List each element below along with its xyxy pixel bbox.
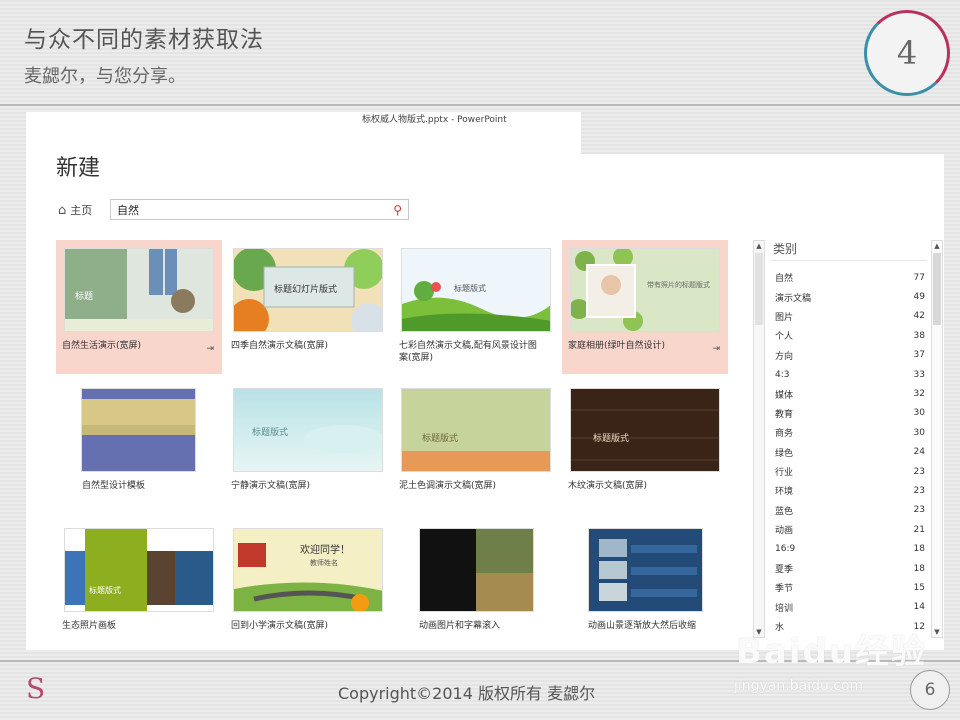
template-card-animated-mountain[interactable]: 动画山景逐渐放大然后收缩	[562, 520, 728, 654]
page-number: 6	[910, 670, 950, 710]
template-thumbnail	[81, 388, 196, 472]
template-card-nature-life[interactable]: 标题 自然生活演示(宽屏) ⇥	[56, 240, 222, 374]
template-label: 自然生活演示(宽屏)	[62, 341, 142, 351]
template-search-box[interactable]: ⚲	[110, 199, 409, 220]
category-scrollbar[interactable]: ▲ ▼	[931, 240, 943, 638]
template-label: 回到小学演示文稿(宽屏)	[231, 621, 329, 631]
slide-title: 与众不同的素材获取法	[24, 27, 264, 53]
scroll-down-icon[interactable]: ▼	[932, 627, 942, 637]
template-thumbnail: 标题幻灯片版式	[233, 248, 383, 332]
template-card-back-to-school[interactable]: 欢迎同学！ 教师姓名 回到小学演示文稿(宽屏)	[225, 520, 391, 654]
thumb-text: 标题幻灯片版式	[274, 283, 337, 295]
template-search-input[interactable]	[117, 203, 394, 216]
template-thumbnail: 欢迎同学！ 教师姓名	[233, 528, 383, 612]
category-item[interactable]: 方向 37	[775, 346, 925, 365]
category-item[interactable]: 图片 42	[775, 307, 925, 326]
footer-logo: S	[26, 672, 46, 705]
template-card-earth-tones[interactable]: 标题版式 泥土色调演示文稿(宽屏)	[393, 380, 559, 514]
template-card-animated-pictures[interactable]: 动画图片和字幕滚入	[393, 520, 559, 654]
thumb-text: 标题版式	[593, 432, 629, 444]
template-card-family-album[interactable]: 带有照片的标题版式 家庭相册(绿叶自然设计) ⇥	[562, 240, 728, 374]
template-thumbnail: 标题版式	[570, 388, 720, 472]
category-panel: ▲ ▼ 类别 自然 77 演示文稿 49 图片 42 个人 38 方向 37 4:3 33 …	[753, 240, 943, 638]
search-icon[interactable]: ⚲	[393, 203, 402, 217]
category-item[interactable]: 培训 14	[775, 598, 925, 617]
thumb-text: 标题	[75, 290, 93, 302]
category-item[interactable]: 环境 23	[775, 481, 925, 500]
category-item[interactable]: 自然 77	[775, 268, 925, 287]
thumb-text: 标题版式	[454, 283, 486, 293]
category-item[interactable]: 16:9 18	[775, 539, 925, 558]
baidu-watermark: Baidu经验	[736, 632, 928, 672]
scrollbar-thumb[interactable]	[933, 253, 941, 325]
home-label: 主页	[70, 204, 93, 217]
header-divider	[0, 104, 960, 106]
category-item[interactable]: 动画 21	[775, 520, 925, 539]
template-card-four-seasons[interactable]: 标题幻灯片版式 四季自然演示文稿(宽屏)	[225, 240, 391, 374]
template-label: 自然型设计模板	[82, 481, 146, 491]
scrollbar-thumb[interactable]	[755, 253, 763, 325]
template-card-eco-photo-board[interactable]: 标题版式 生态照片画板	[56, 520, 222, 654]
template-thumbnail: 标题版式	[64, 528, 214, 612]
template-label: 泥土色调演示文稿(宽屏)	[399, 481, 497, 491]
category-item[interactable]: 个人 38	[775, 326, 925, 345]
category-item[interactable]: 蓝色 23	[775, 501, 925, 520]
template-thumbnail: 带有照片的标题版式	[570, 248, 720, 332]
thumb-subtext: 教师姓名	[310, 558, 338, 567]
category-item[interactable]: 商务 30	[775, 423, 925, 442]
template-card-serene[interactable]: 标题版式 宁静演示文稿(宽屏)	[225, 380, 391, 514]
template-label: 家庭相册(绿叶自然设计)	[568, 341, 666, 351]
template-card-wood-grain[interactable]: 标题版式 木纹演示文稿(宽屏)	[562, 380, 728, 514]
thumb-text: 标题版式	[89, 585, 121, 595]
template-label: 宁静演示文稿(宽屏)	[231, 481, 311, 491]
scroll-up-icon[interactable]: ▲	[932, 241, 942, 251]
category-item[interactable]: 绿色 24	[775, 443, 925, 462]
thumb-text: 欢迎同学！	[300, 543, 350, 556]
category-item[interactable]: 演示文稿 49	[775, 287, 925, 306]
template-thumbnail: 标题版式	[401, 388, 551, 472]
category-item[interactable]: 4:3 33	[775, 365, 925, 384]
category-item[interactable]: 行业 23	[775, 462, 925, 481]
home-icon: ⌂	[58, 202, 67, 218]
scroll-up-icon[interactable]: ▲	[754, 241, 764, 251]
template-card-colorful-nature[interactable]: 标题版式 七彩自然演示文稿,配有风景设计图案(宽屏)	[393, 240, 559, 374]
thumb-text: 标题版式	[422, 432, 458, 444]
category-item[interactable]: 媒体 32	[775, 384, 925, 403]
new-heading: 新建	[56, 156, 101, 181]
powerpoint-new-window: 标权威人物版式.pptx - PowerPoint 新建 ⌂ 主页 ⚲ 标题 自…	[26, 112, 944, 650]
template-label: 木纹演示文稿(宽屏)	[568, 481, 648, 491]
template-label: 四季自然演示文稿(宽屏)	[231, 341, 329, 351]
category-item[interactable]: 教育 30	[775, 404, 925, 423]
template-label: 动画山景逐渐放大然后收缩	[588, 621, 697, 631]
category-item[interactable]: 夏季 18	[775, 559, 925, 578]
template-thumbnail	[419, 528, 534, 612]
step-number-badge: 4	[864, 10, 950, 96]
thumb-text: 带有照片的标题版式	[647, 280, 710, 289]
window-title: 标权威人物版式.pptx - PowerPoint	[362, 115, 507, 125]
template-thumbnail: 标题版式	[401, 248, 551, 332]
template-label: 动画图片和字幕滚入	[419, 621, 501, 631]
template-thumbnail: 标题版式	[233, 388, 383, 472]
thumb-text: 标题版式	[252, 426, 288, 438]
watermark-url: jingyan.baidu.com	[734, 678, 864, 694]
template-card-nature-design[interactable]: 自然型设计模板	[56, 380, 222, 514]
footer-copyright: Copyright©2014 版权所有 麦勰尔	[338, 684, 596, 703]
template-thumbnail	[588, 528, 703, 612]
home-link[interactable]: ⌂ 主页	[58, 202, 92, 218]
slide-subtitle: 麦勰尔，与您分享。	[24, 66, 186, 87]
category-list: 自然 77 演示文稿 49 图片 42 个人 38 方向 37 4:3 33 媒体 32 教育…	[775, 268, 925, 636]
template-label: 七彩自然演示文稿,配有风景设计图案(宽屏)	[399, 341, 537, 364]
pin-icon[interactable]: ⇥	[712, 344, 720, 354]
gallery-scrollbar[interactable]: ▲ ▼	[753, 240, 765, 638]
pin-icon[interactable]: ⇥	[206, 344, 214, 354]
template-thumbnail: 标题	[64, 248, 214, 332]
template-label: 生态照片画板	[62, 621, 117, 631]
category-item[interactable]: 季节 15	[775, 578, 925, 597]
category-header: 类别	[773, 242, 798, 256]
